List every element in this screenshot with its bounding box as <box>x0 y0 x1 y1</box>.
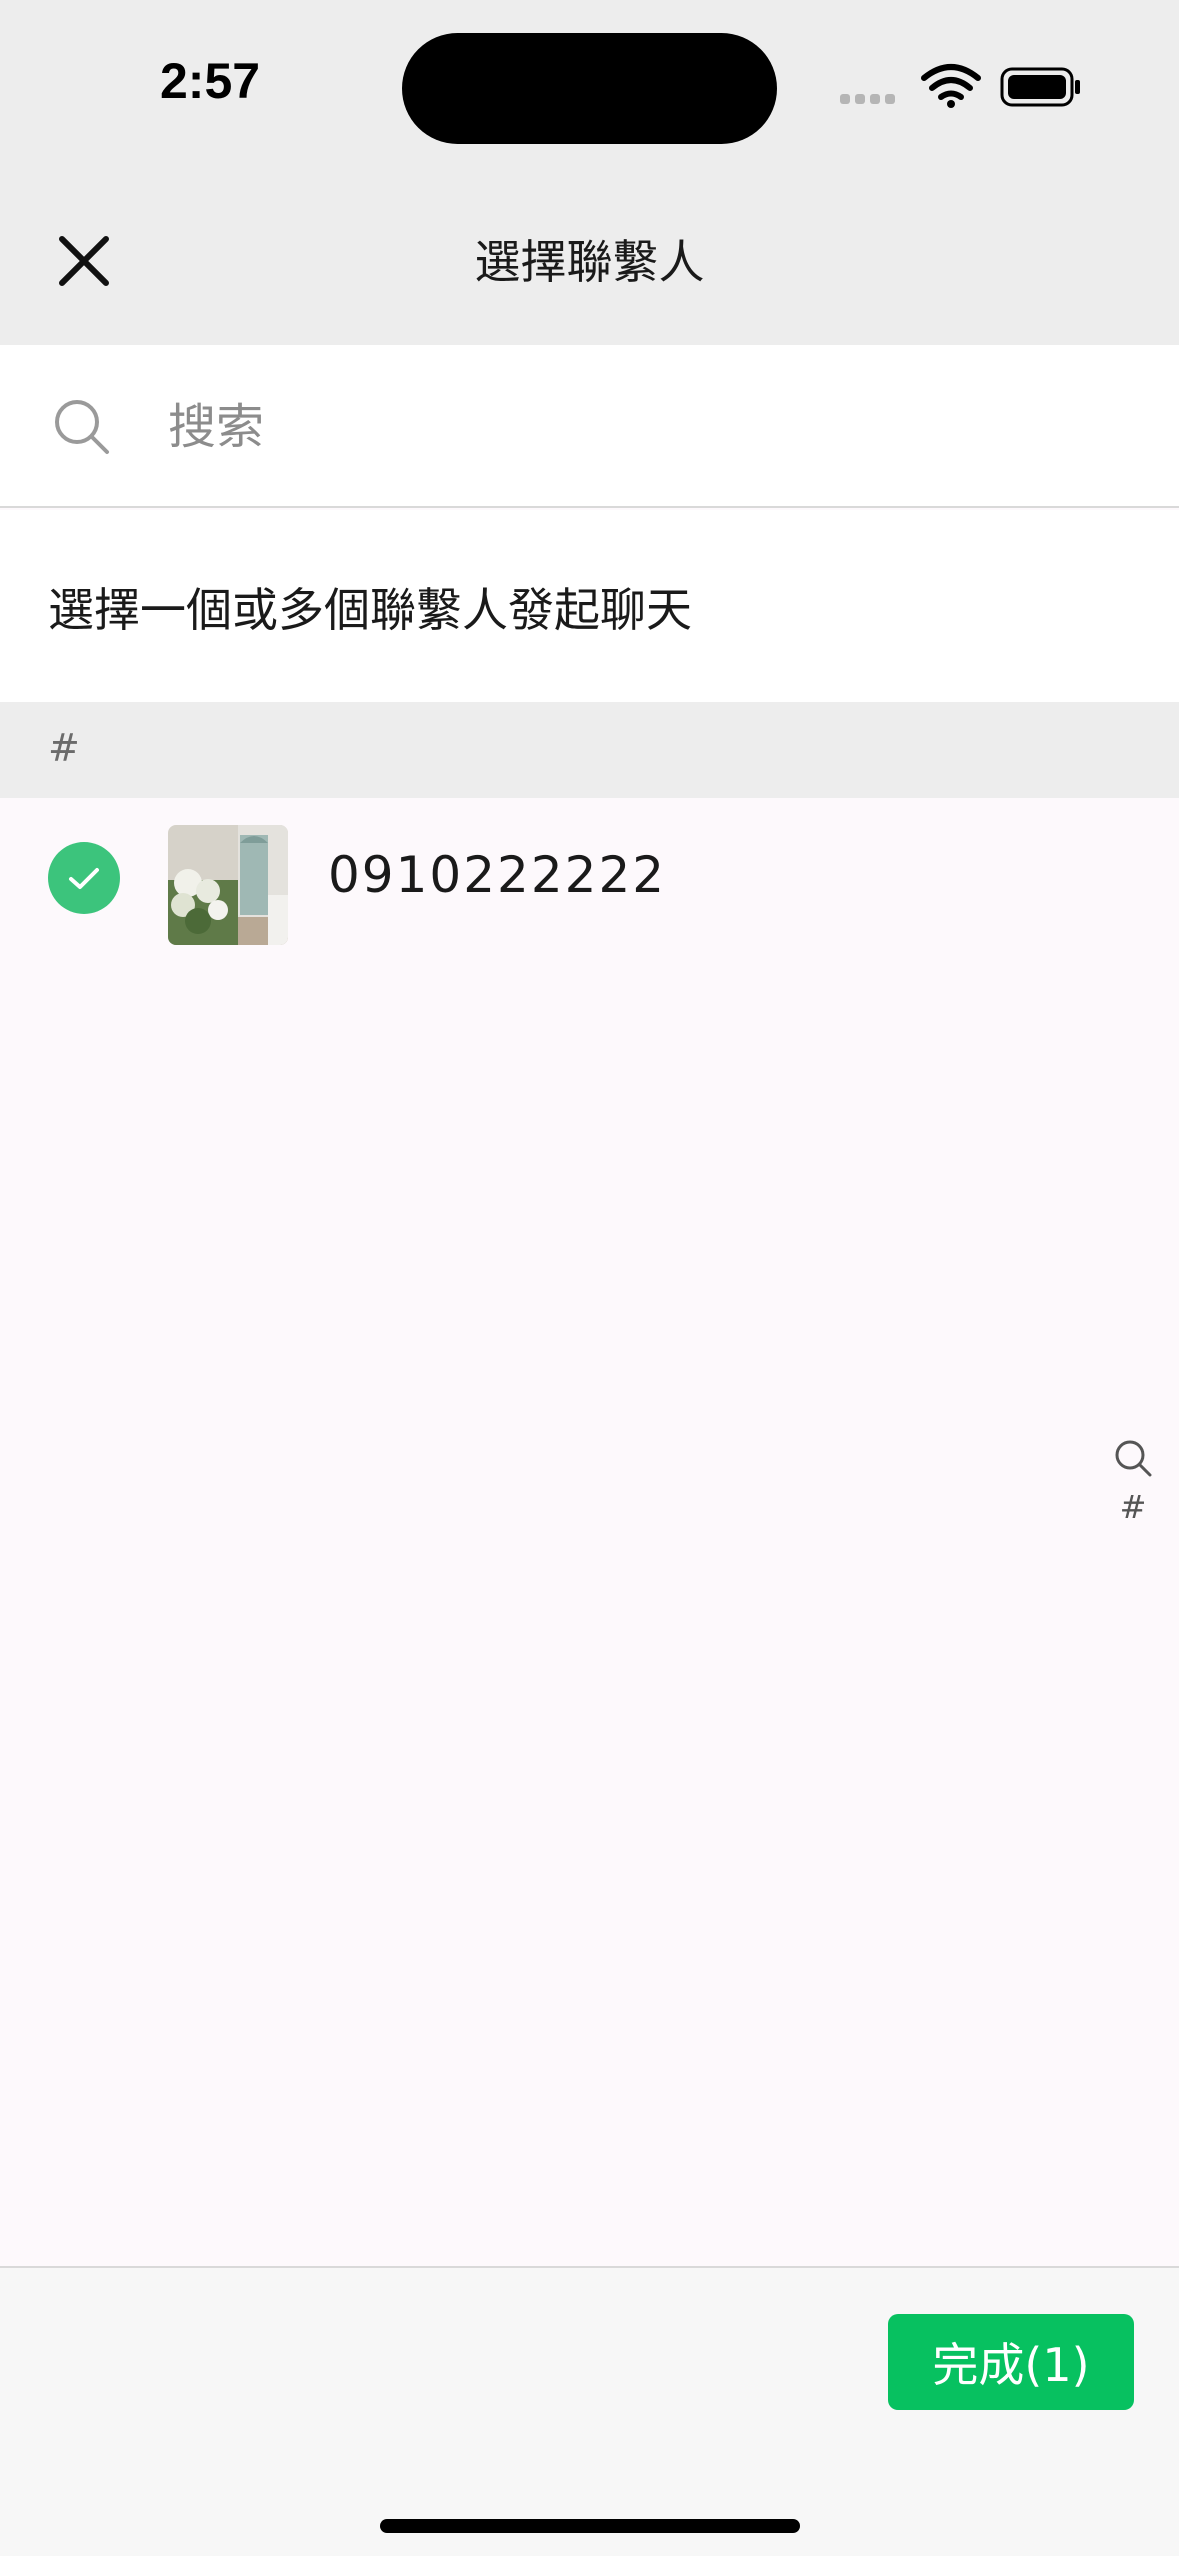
dynamic-island <box>402 33 777 144</box>
section-header: # <box>0 702 1179 798</box>
index-search-icon[interactable] <box>1112 1437 1154 1479</box>
done-button[interactable]: 完成(1) <box>888 2314 1134 2410</box>
home-indicator <box>380 2519 800 2533</box>
search-input[interactable] <box>166 383 1126 471</box>
index-letter[interactable]: # <box>1110 1488 1156 1526</box>
avatar <box>168 825 288 945</box>
bottom-bar: 完成(1) <box>0 2266 1179 2556</box>
battery-icon <box>1000 67 1080 107</box>
contact-row[interactable]: 0910222222 <box>0 798 1179 958</box>
selected-checkbox[interactable] <box>48 842 120 914</box>
top-bar: 2:57 選擇聯繫人 <box>0 0 1179 345</box>
signal-icon <box>840 94 895 104</box>
contact-name: 0910222222 <box>328 846 667 904</box>
search-bar[interactable] <box>0 345 1179 508</box>
screen: 2:57 選擇聯繫人 搜索 選擇一個或多個聯繫人發起聊天 # 091022222… <box>0 0 1179 2556</box>
page-title: 選擇聯繫人 <box>474 235 705 289</box>
hint-banner: 選擇一個或多個聯繫人發起聊天 <box>0 510 1179 702</box>
status-time: 2:57 <box>160 53 261 109</box>
hint-text: 選擇一個或多個聯繫人發起聊天 <box>48 583 692 637</box>
wifi-icon <box>921 64 981 100</box>
status-icons <box>840 64 1080 108</box>
section-letter: # <box>48 726 80 770</box>
checkmark-icon <box>69 868 99 889</box>
search-icon <box>55 400 109 454</box>
